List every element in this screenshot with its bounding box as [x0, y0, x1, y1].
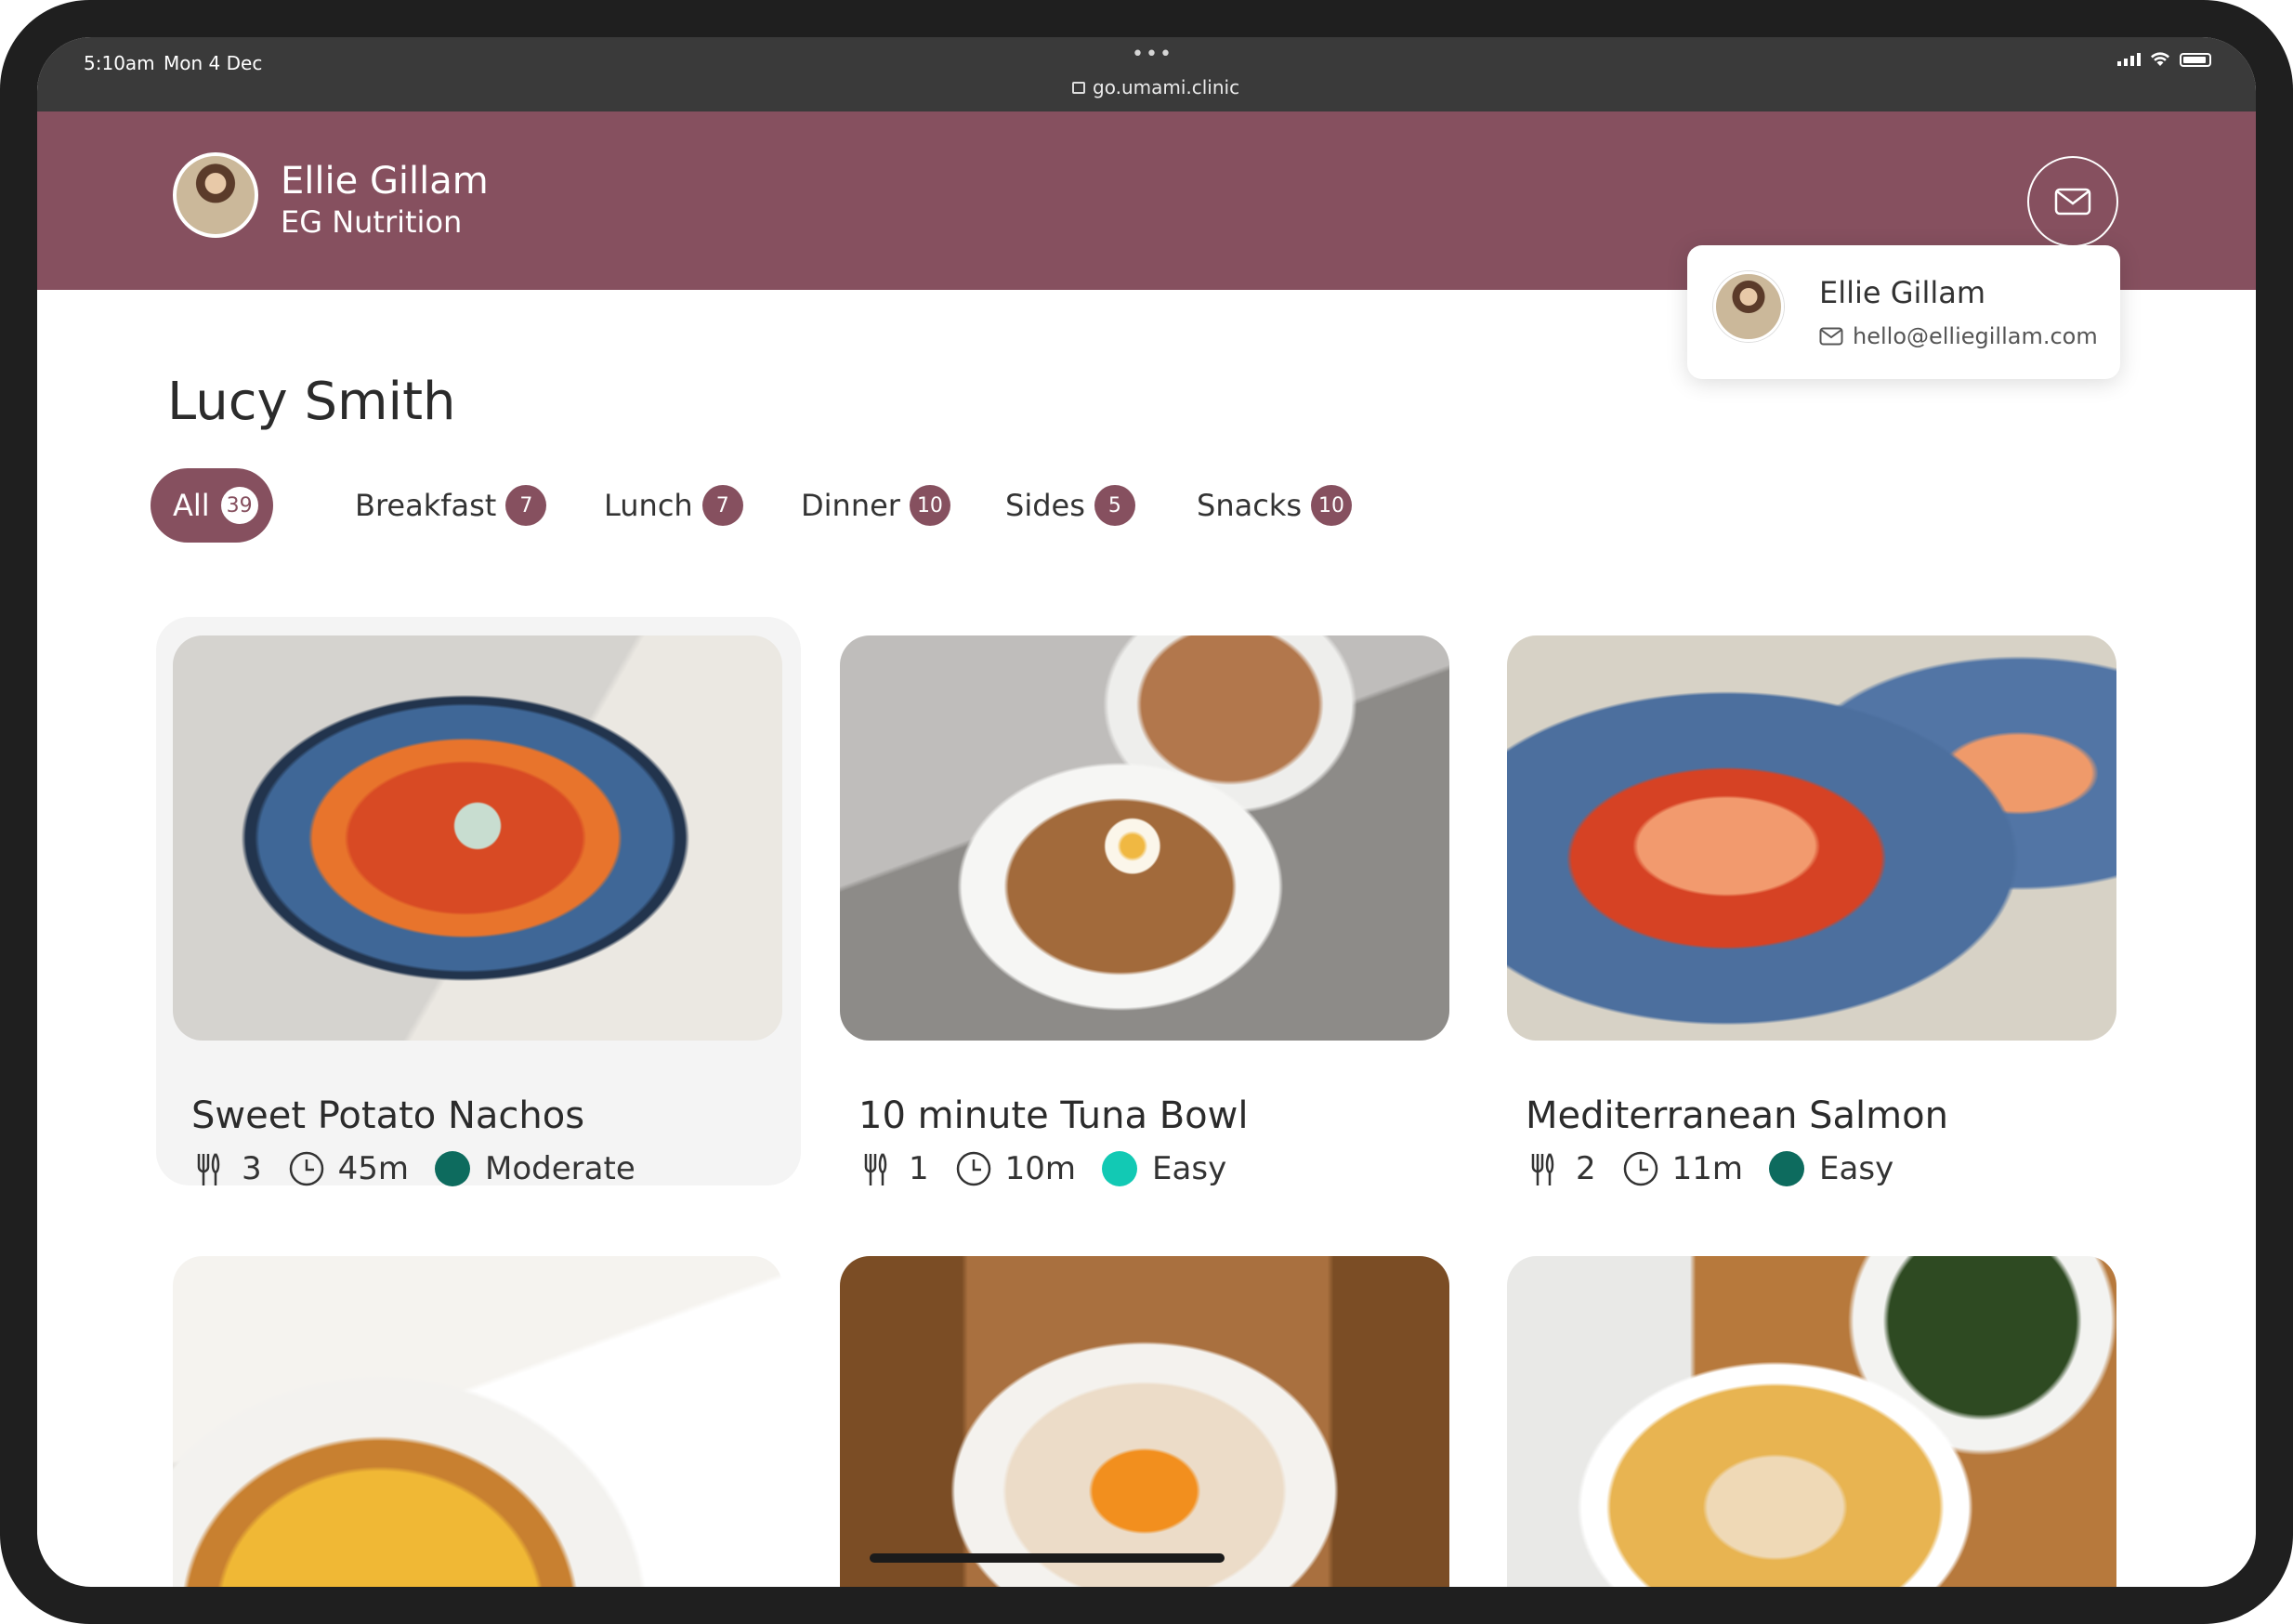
recipe-card[interactable] [1507, 1256, 2116, 1587]
popover-avatar [1713, 271, 1784, 342]
tablet-frame: 5:10am Mon 4 Dec ••• go.umami.clinic Ell… [0, 0, 2293, 1624]
recipe-photo [840, 1256, 1449, 1587]
cutlery-icon [1526, 1150, 1563, 1187]
tab-count-badge: 7 [701, 485, 743, 526]
home-indicator[interactable] [870, 1553, 1225, 1563]
tab-label: All [173, 488, 210, 523]
page-title: Lucy Smith [167, 372, 456, 432]
lock-icon [1072, 82, 1085, 94]
tab-count-badge: 5 [1094, 485, 1135, 526]
cellular-signal-icon [2117, 53, 2141, 66]
clock-icon [288, 1150, 325, 1187]
recipe-meta: 2 11m Easy [1526, 1150, 1893, 1187]
recipe-photo [1507, 1256, 2116, 1587]
clock-icon [955, 1150, 992, 1187]
difficulty-dot [1102, 1151, 1138, 1186]
tab-breakfast[interactable]: Breakfast 7 [355, 468, 547, 543]
tab-label: Dinner [801, 488, 900, 523]
coach-name: Ellie Gillam [281, 160, 489, 203]
tab-count-badge: 10 [909, 485, 950, 526]
servings: 3 [242, 1150, 262, 1187]
cutlery-icon [858, 1150, 896, 1187]
recipe-photo [173, 1256, 782, 1587]
difficulty-dot [435, 1151, 471, 1186]
servings: 1 [909, 1150, 929, 1187]
cook-time: 45m [337, 1150, 410, 1187]
recipe-photo [173, 635, 782, 1041]
coach-avatar [173, 152, 258, 238]
tab-label: Sides [1005, 488, 1085, 523]
screen: 5:10am Mon 4 Dec ••• go.umami.clinic Ell… [37, 37, 2256, 1587]
tab-dinner[interactable]: Dinner 10 [801, 468, 950, 543]
status-time: 5:10am [84, 52, 155, 74]
cutlery-icon [191, 1150, 229, 1187]
tab-label: Snacks [1197, 488, 1302, 523]
servings: 2 [1576, 1150, 1596, 1187]
recipe-card[interactable]: 10 minute Tuna Bowl 1 10m Easy [823, 617, 1468, 1187]
difficulty: Easy [1152, 1150, 1227, 1187]
recipe-title: Mediterranean Salmon [1526, 1094, 1948, 1137]
difficulty: Easy [1819, 1150, 1894, 1187]
cook-time: 11m [1671, 1150, 1744, 1187]
wifi-icon [2150, 52, 2170, 67]
address-bar[interactable]: go.umami.clinic [1072, 76, 1239, 98]
recipe-title: Sweet Potato Nachos [191, 1094, 585, 1137]
multitasking-dots-icon[interactable]: ••• [1132, 43, 1173, 66]
recipe-title: 10 minute Tuna Bowl [858, 1094, 1249, 1137]
recipe-card[interactable]: Sweet Potato Nachos 3 45m Moderate [156, 617, 801, 1187]
cook-time: 10m [1004, 1150, 1077, 1187]
status-bar: 5:10am Mon 4 Dec ••• go.umami.clinic [37, 37, 2256, 111]
tab-all[interactable]: All 39 [151, 468, 273, 543]
popover-email: hello@elliegillam.com [1853, 323, 2098, 349]
recipe-photo [840, 635, 1449, 1041]
recipe-card[interactable]: Mediterranean Salmon 2 11m Easy [1490, 617, 2135, 1187]
status-indicators [2117, 52, 2211, 67]
tab-count-badge: 7 [505, 485, 547, 526]
difficulty-dot [1769, 1151, 1805, 1186]
difficulty: Moderate [485, 1150, 635, 1187]
contact-coach-button[interactable] [2027, 156, 2118, 247]
recipe-meta: 3 45m Moderate [191, 1150, 635, 1187]
recipe-meta: 1 10m Easy [858, 1150, 1226, 1187]
coach-contact-popover: Ellie Gillam hello@elliegillam.com [1687, 245, 2120, 379]
recipe-card[interactable] [173, 1256, 782, 1587]
address-url: go.umami.clinic [1093, 76, 1240, 98]
clock-icon [1622, 1150, 1659, 1187]
tab-count-badge: 39 [218, 485, 260, 526]
envelope-icon [1819, 327, 1843, 346]
popover-coach-name: Ellie Gillam [1819, 275, 1985, 310]
tab-label: Breakfast [355, 488, 497, 523]
tab-snacks[interactable]: Snacks 10 [1197, 468, 1352, 543]
recipe-photo [1507, 635, 2116, 1041]
envelope-icon [2054, 188, 2091, 216]
tab-label: Lunch [604, 488, 693, 523]
status-date: Mon 4 Dec [164, 52, 263, 74]
tab-sides[interactable]: Sides 5 [1005, 468, 1135, 543]
coach-business-name: EG Nutrition [281, 204, 463, 240]
popover-email-link[interactable]: hello@elliegillam.com [1819, 323, 2098, 349]
tab-lunch[interactable]: Lunch 7 [604, 468, 743, 543]
battery-icon [2180, 52, 2211, 67]
recipe-card[interactable] [840, 1256, 1449, 1587]
tab-count-badge: 10 [1311, 485, 1352, 526]
